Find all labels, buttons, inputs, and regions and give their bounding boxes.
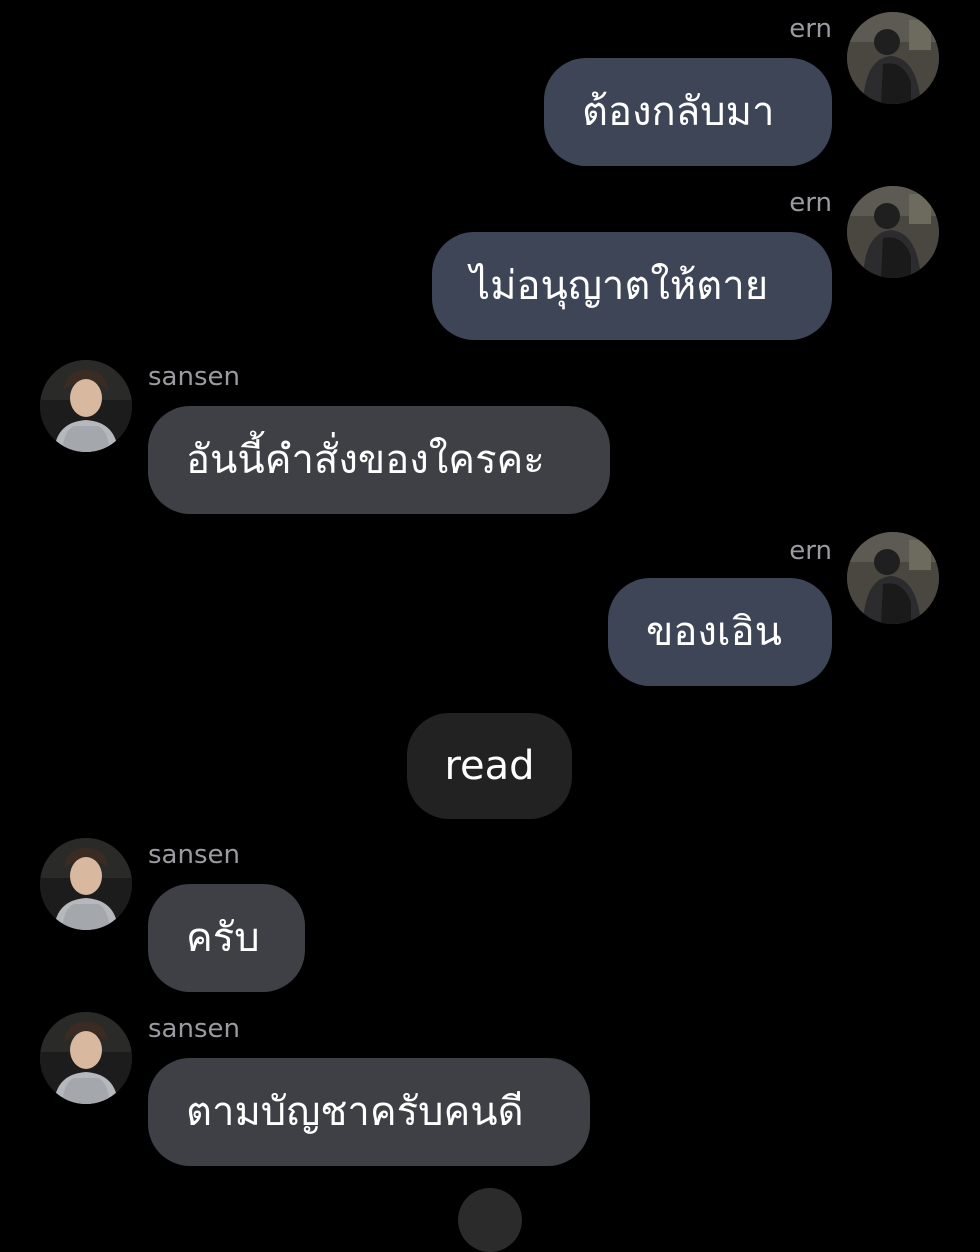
- sansen-avatar[interactable]: [40, 838, 132, 930]
- sender-name: sansen: [148, 362, 240, 392]
- chat-thread: ern ต้องกลับมา ern ไม่อนุญาตให้ตาย sanse…: [0, 0, 980, 1252]
- sender-name: ern: [789, 536, 832, 566]
- message-bubble[interactable]: อันนี้คำสั่งของใครคะ: [148, 406, 610, 514]
- message-row: sansen ครับ: [0, 828, 980, 998]
- partial-avatar: [458, 1188, 522, 1252]
- person-backpack-icon: [847, 532, 939, 624]
- sansen-avatar[interactable]: [40, 1012, 132, 1104]
- person-portrait-icon: [40, 360, 132, 452]
- read-status-pill: read: [407, 713, 572, 819]
- message-bubble[interactable]: ตามบัญชาครับคนดี: [148, 1058, 590, 1166]
- sender-name: sansen: [148, 1014, 240, 1044]
- message-bubble[interactable]: ครับ: [148, 884, 305, 992]
- message-row: ern ต้องกลับมา: [0, 0, 980, 170]
- person-backpack-icon: [847, 186, 939, 278]
- ern-avatar[interactable]: [847, 12, 939, 104]
- message-bubble[interactable]: ต้องกลับมา: [544, 58, 832, 166]
- person-portrait-icon: [40, 1012, 132, 1104]
- person-backpack-icon: [847, 12, 939, 104]
- sansen-avatar[interactable]: [40, 360, 132, 452]
- message-row: ern ไม่อนุญาตให้ตาย: [0, 174, 980, 344]
- message-bubble[interactable]: ไม่อนุญาตให้ตาย: [432, 232, 832, 340]
- person-portrait-icon: [40, 838, 132, 930]
- sender-name: ern: [789, 188, 832, 218]
- sender-name: sansen: [148, 840, 240, 870]
- message-bubble[interactable]: ของเอิน: [608, 578, 832, 686]
- ern-avatar[interactable]: [847, 186, 939, 278]
- ern-avatar[interactable]: [847, 532, 939, 624]
- message-row: ern ของเอิน: [0, 522, 980, 692]
- sender-name: ern: [789, 14, 832, 44]
- message-row: sansen ตามบัญชาครับคนดี: [0, 1002, 980, 1172]
- message-row: sansen อันนี้คำสั่งของใครคะ: [0, 348, 980, 518]
